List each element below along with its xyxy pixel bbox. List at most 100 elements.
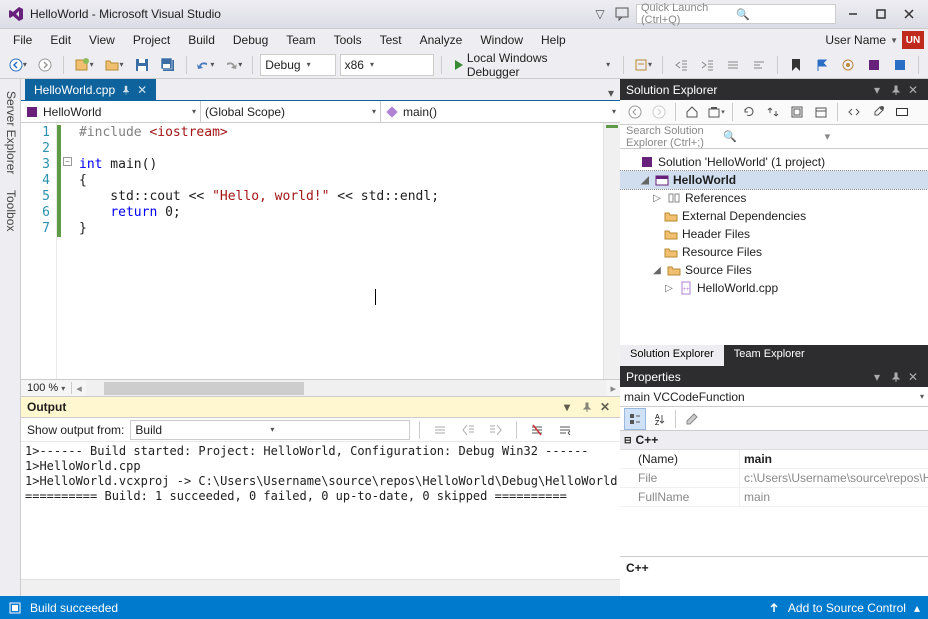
- collapse-icon[interactable]: ⊟: [624, 435, 632, 446]
- output-tb-2[interactable]: [457, 419, 479, 441]
- clear-all-button[interactable]: [526, 419, 548, 441]
- se-forward-button[interactable]: [648, 102, 670, 122]
- minimize-button[interactable]: [842, 4, 864, 24]
- se-show-all-button[interactable]: [810, 102, 832, 122]
- close-icon[interactable]: ✕: [908, 370, 922, 384]
- open-file-button[interactable]: ▾: [101, 54, 127, 76]
- properties-grid[interactable]: ⊟C++ (Name)main Filec:\Users\Username\so…: [620, 431, 928, 556]
- menu-test[interactable]: Test: [371, 30, 411, 50]
- menu-edit[interactable]: Edit: [41, 30, 80, 50]
- chevron-up-icon[interactable]: ▴: [914, 601, 920, 615]
- platform-combo[interactable]: x86▾: [340, 54, 434, 76]
- se-scope-button[interactable]: ▾: [705, 102, 727, 122]
- tree-project-node[interactable]: ◢ HelloWorld: [620, 171, 928, 189]
- expand-icon[interactable]: ▷: [651, 193, 663, 204]
- tb-comment[interactable]: [722, 54, 744, 76]
- menu-analyze[interactable]: Analyze: [411, 30, 472, 50]
- toggle-wrap-button[interactable]: [554, 419, 576, 441]
- tb-misc-1[interactable]: ▾: [631, 54, 655, 76]
- start-debugging-button[interactable]: Local Windows Debugger ▾: [449, 54, 616, 76]
- scroll-left-button[interactable]: ◂: [72, 382, 86, 395]
- tb-indent-more[interactable]: [696, 54, 718, 76]
- prop-row-fullname[interactable]: FullNamemain: [620, 488, 928, 507]
- se-properties-button[interactable]: [867, 102, 889, 122]
- pin-icon[interactable]: [891, 372, 905, 382]
- menu-view[interactable]: View: [80, 30, 124, 50]
- tb-misc-4[interactable]: [889, 54, 911, 76]
- property-pages-button[interactable]: [681, 408, 703, 430]
- tb-misc-2[interactable]: [837, 54, 859, 76]
- menu-debug[interactable]: Debug: [224, 30, 277, 50]
- quick-launch-input[interactable]: Quick Launch (Ctrl+Q) 🔍: [636, 4, 836, 24]
- zoom-combo[interactable]: 100 %▾: [21, 382, 72, 394]
- pin-icon[interactable]: [121, 85, 131, 95]
- feedback-icon[interactable]: [614, 6, 630, 22]
- pin-icon[interactable]: [582, 402, 596, 412]
- se-home-button[interactable]: [681, 102, 703, 122]
- nav-project-combo[interactable]: HelloWorld ▾: [21, 101, 201, 122]
- output-tb-3[interactable]: [485, 419, 507, 441]
- pin-icon[interactable]: [891, 85, 905, 95]
- prop-row-file[interactable]: Filec:\Users\Username\source\repos\Hello…: [620, 469, 928, 488]
- prop-category-cpp[interactable]: ⊟C++: [620, 431, 928, 450]
- se-preview-button[interactable]: [891, 102, 913, 122]
- tb-misc-3[interactable]: [863, 54, 885, 76]
- menu-tools[interactable]: Tools: [325, 30, 371, 50]
- collapse-icon[interactable]: ◢: [651, 265, 663, 276]
- new-project-button[interactable]: ▾: [71, 54, 97, 76]
- save-button[interactable]: [131, 54, 153, 76]
- code-area[interactable]: 1234567 − #include <iostream> int main()…: [21, 123, 620, 379]
- se-sync-button[interactable]: [762, 102, 784, 122]
- user-badge[interactable]: UN: [902, 31, 924, 49]
- add-to-source-control[interactable]: Add to Source Control: [788, 601, 906, 615]
- close-icon[interactable]: ✕: [908, 83, 922, 97]
- signin-user[interactable]: User Name ▼: [821, 33, 902, 47]
- tree-file-helloworld-cpp[interactable]: ▷ ++ HelloWorld.cpp: [620, 279, 928, 297]
- solution-explorer-title[interactable]: Solution Explorer ▾ ✕: [620, 79, 928, 100]
- output-title-bar[interactable]: Output ▾ ✕: [21, 397, 620, 418]
- window-position-icon[interactable]: ▾: [564, 400, 578, 414]
- se-refresh-button[interactable]: [738, 102, 760, 122]
- navigate-back-button[interactable]: ▾: [6, 54, 30, 76]
- se-collapse-button[interactable]: [786, 102, 808, 122]
- tab-team-explorer[interactable]: Team Explorer: [724, 345, 815, 366]
- server-explorer-tab[interactable]: Server Explorer: [0, 83, 20, 182]
- output-text[interactable]: 1>------ Build started: Project: HelloWo…: [21, 442, 620, 579]
- categorized-button[interactable]: [624, 408, 646, 430]
- scroll-right-button[interactable]: ▸: [606, 382, 620, 395]
- toolbox-tab[interactable]: Toolbox: [0, 182, 20, 239]
- tb-indent-less[interactable]: [670, 54, 692, 76]
- save-all-button[interactable]: [157, 54, 179, 76]
- menu-help[interactable]: Help: [532, 30, 575, 50]
- maximize-button[interactable]: [870, 4, 892, 24]
- nav-scope-combo[interactable]: (Global Scope) ▾: [201, 101, 381, 122]
- properties-title[interactable]: Properties ▾ ✕: [620, 366, 928, 387]
- close-button[interactable]: [898, 4, 920, 24]
- close-tab-icon[interactable]: ✕: [137, 83, 147, 97]
- navigate-forward-button[interactable]: [34, 54, 56, 76]
- configuration-combo[interactable]: Debug▾: [260, 54, 335, 76]
- tab-solution-explorer[interactable]: Solution Explorer: [620, 345, 724, 366]
- window-position-icon[interactable]: ▾: [874, 83, 888, 97]
- code-text[interactable]: #include <iostream> int main() { std::co…: [75, 123, 603, 379]
- tb-uncomment[interactable]: [748, 54, 770, 76]
- horizontal-scrollbar[interactable]: [86, 380, 607, 397]
- fold-toggle[interactable]: −: [63, 157, 72, 166]
- tb-flag[interactable]: [811, 54, 833, 76]
- tree-external-deps-node[interactable]: External Dependencies: [620, 207, 928, 225]
- expand-icon[interactable]: ▷: [663, 283, 675, 294]
- output-source-combo[interactable]: Build▾: [130, 420, 410, 440]
- menu-project[interactable]: Project: [124, 30, 179, 50]
- solution-tree[interactable]: Solution 'HelloWorld' (1 project) ◢ Hell…: [620, 149, 928, 345]
- nav-member-combo[interactable]: main() ▾: [381, 101, 620, 122]
- menu-team[interactable]: Team: [277, 30, 324, 50]
- tree-resource-files-node[interactable]: Resource Files: [620, 243, 928, 261]
- tree-references-node[interactable]: ▷ References: [620, 189, 928, 207]
- vertical-scrollbar[interactable]: [603, 123, 620, 379]
- redo-button[interactable]: ▾: [221, 54, 245, 76]
- se-code-button[interactable]: [843, 102, 865, 122]
- tb-bookmark[interactable]: [785, 54, 807, 76]
- tab-overflow-button[interactable]: ▾: [602, 86, 620, 100]
- tree-header-files-node[interactable]: Header Files: [620, 225, 928, 243]
- alphabetical-button[interactable]: AZ: [648, 408, 670, 430]
